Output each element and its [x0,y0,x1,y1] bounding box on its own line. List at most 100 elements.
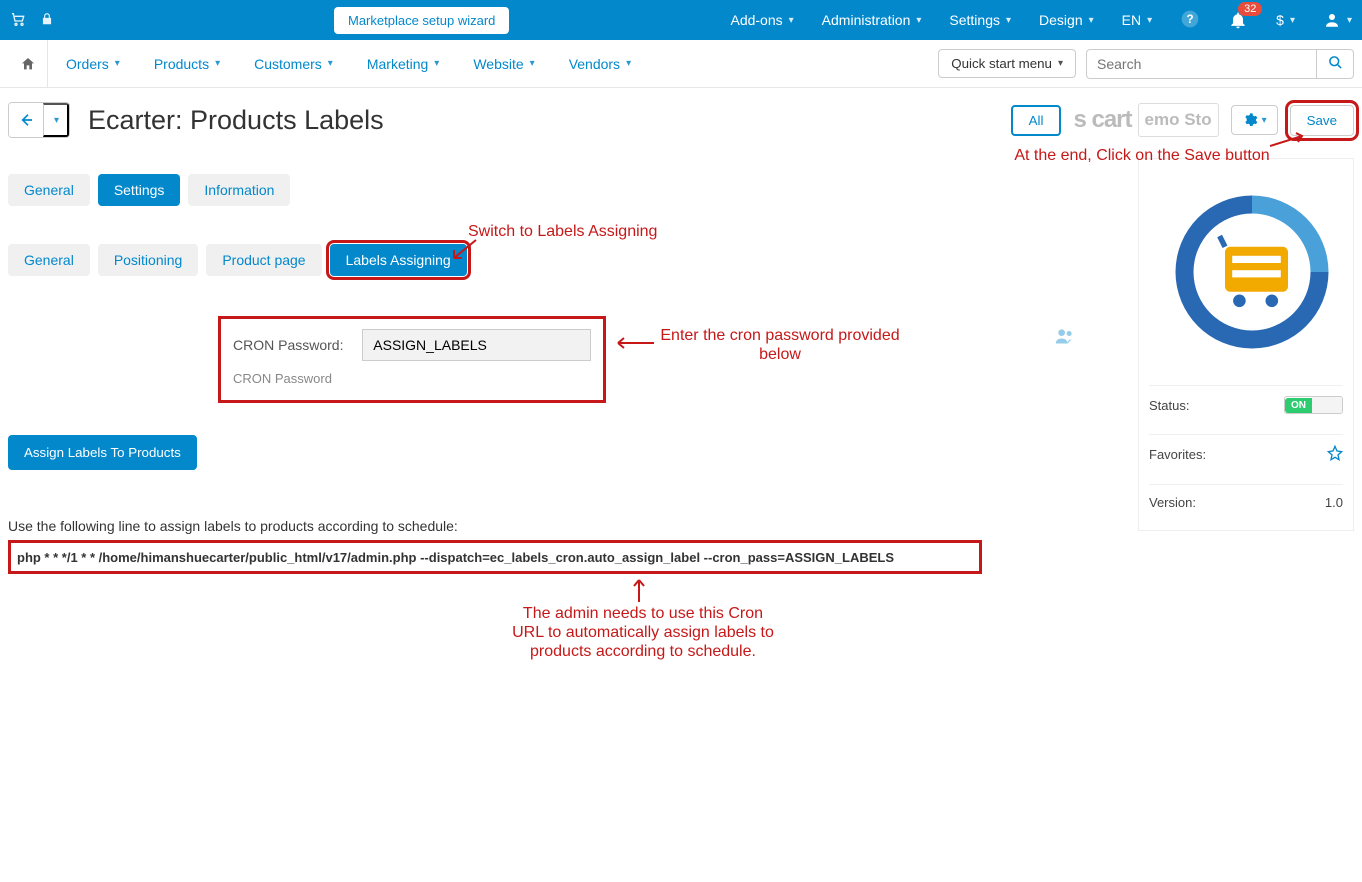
status-row: Status: ON [1149,385,1343,424]
nav-products[interactable]: Products▾ [154,56,220,72]
subtab-product-page[interactable]: Product page [206,244,321,276]
watermark-text: emo Sto [1138,103,1219,137]
search-icon [1328,55,1343,70]
watermark-text: s cart [1073,106,1131,134]
topnav-currency[interactable]: $▾ [1276,12,1295,28]
marketplace-wizard-button[interactable]: Marketplace setup wizard [334,7,509,34]
version-label: Version: [1149,495,1196,510]
caret-icon: ▾ [1147,15,1152,26]
topbar-right: Add-ons▾ Administration▾ Settings▾ Desig… [730,9,1352,32]
subtab-labels-assigning[interactable]: Labels Assigning [330,244,467,276]
arrow-icon [612,336,656,350]
cron-command-text: php * * */1 * * /home/himanshuecarter/pu… [17,550,894,565]
back-dropdown[interactable]: ▾ [43,103,69,137]
topnav-user[interactable]: ▾ [1323,11,1352,29]
topnav-language[interactable]: EN▾ [1122,12,1152,28]
cron-help-text: Use the following line to assign labels … [8,518,1108,534]
assign-labels-button[interactable]: Assign Labels To Products [8,435,197,470]
star-icon[interactable] [1327,445,1343,464]
main-wrap: General Settings Information Switch to L… [0,158,1362,734]
cart-icon[interactable] [10,11,26,30]
topbar-left [10,11,54,30]
topnav-settings[interactable]: Settings▾ [949,12,1011,28]
caret-icon: ▾ [1290,15,1295,26]
arrow-left-icon [18,112,34,128]
subtab-positioning[interactable]: Positioning [98,244,199,276]
toggle-on-label: ON [1285,398,1312,413]
notifications-icon[interactable]: 32 [1228,10,1248,30]
cron-password-input[interactable] [362,329,591,361]
caret-icon: ▾ [1058,58,1063,69]
caret-icon: ▾ [1006,15,1011,26]
caret-icon: ▾ [328,58,333,69]
gear-icon [1242,112,1258,128]
tab-general[interactable]: General [8,174,90,206]
topbar: Marketplace setup wizard Add-ons▾ Admini… [0,0,1362,40]
back-button-group: ▾ [8,102,70,138]
caret-icon: ▾ [1089,15,1094,26]
users-icon[interactable] [1055,327,1075,350]
caret-icon: ▾ [434,58,439,69]
caret-icon: ▾ [789,15,794,26]
cron-password-label: CRON Password: [233,337,352,353]
search-group [1086,49,1354,79]
tab-information[interactable]: Information [188,174,290,206]
annotation-save-hint: At the end, Click on the Save button [1012,146,1272,165]
annotation-switch-hint: Switch to Labels Assigning [468,222,657,241]
addon-logo [1149,169,1355,375]
lock-icon[interactable] [40,12,54,29]
save-button[interactable]: Save [1290,105,1354,136]
cron-command-box: php * * */1 * * /home/himanshuecarter/pu… [8,540,982,574]
arrow-icon [632,576,646,604]
main-column: General Settings Information Switch to L… [8,158,1108,694]
nav-orders[interactable]: Orders▾ [66,56,120,72]
title-row: ▾ Ecarter: Products Labels All s cart em… [0,88,1362,158]
version-row: Version: 1.0 [1149,484,1343,520]
annotation-cron-pass: Enter the cron password provided below [660,326,900,364]
nav-vendors[interactable]: Vendors▾ [569,56,631,72]
primary-tabs: General Settings Information [8,174,1108,206]
caret-icon: ▾ [215,58,220,69]
notification-badge: 32 [1238,2,1262,16]
caret-icon: ▾ [1262,115,1267,126]
nav-website[interactable]: Website▾ [473,56,534,72]
quick-start-menu[interactable]: Quick start menu▾ [938,49,1076,78]
subtab-general[interactable]: General [8,244,90,276]
title-actions: All s cart emo Sto ▾ Save [1011,103,1354,137]
help-icon[interactable]: ? [1180,9,1200,32]
version-value: 1.0 [1325,495,1343,510]
caret-icon: ▾ [626,58,631,69]
annotation-cron-url: The admin needs to use this Cron URL to … [508,604,778,662]
favorites-row: Favorites: [1149,434,1343,474]
navbar: Orders▾ Products▾ Customers▾ Marketing▾ … [0,40,1362,88]
gear-button[interactable]: ▾ [1231,105,1278,135]
back-button[interactable] [9,103,43,137]
cron-password-row: CRON Password: [233,329,591,361]
secondary-tabs: General Positioning Product page Labels … [8,244,1108,276]
favorites-label: Favorites: [1149,447,1206,462]
svg-text:?: ? [1187,13,1194,26]
caret-icon: ▾ [530,58,535,69]
all-button[interactable]: All [1011,105,1062,136]
topnav-addons[interactable]: Add-ons▾ [730,12,793,28]
cron-password-hint: CRON Password [233,371,591,386]
caret-icon: ▾ [1347,15,1352,26]
nav-customers[interactable]: Customers▾ [254,56,333,72]
search-input[interactable] [1086,49,1316,79]
status-label: Status: [1149,398,1189,413]
sidebar: Status: ON Favorites: Version: 1.0 [1124,158,1354,694]
topnav-design[interactable]: Design▾ [1039,12,1094,28]
caret-icon: ▾ [54,115,59,126]
home-icon[interactable] [8,40,48,88]
cron-password-box: CRON Password: CRON Password [218,316,606,403]
toggle-off-track [1312,397,1342,413]
nav-marketing[interactable]: Marketing▾ [367,56,440,72]
navbar-right: Quick start menu▾ [938,49,1354,79]
caret-icon: ▾ [916,15,921,26]
search-button[interactable] [1316,49,1354,79]
topnav-administration[interactable]: Administration▾ [822,12,922,28]
addon-card: Status: ON Favorites: Version: 1.0 [1138,158,1354,531]
tab-settings[interactable]: Settings [98,174,181,206]
status-toggle[interactable]: ON [1284,396,1343,414]
page-title: Ecarter: Products Labels [88,105,384,136]
